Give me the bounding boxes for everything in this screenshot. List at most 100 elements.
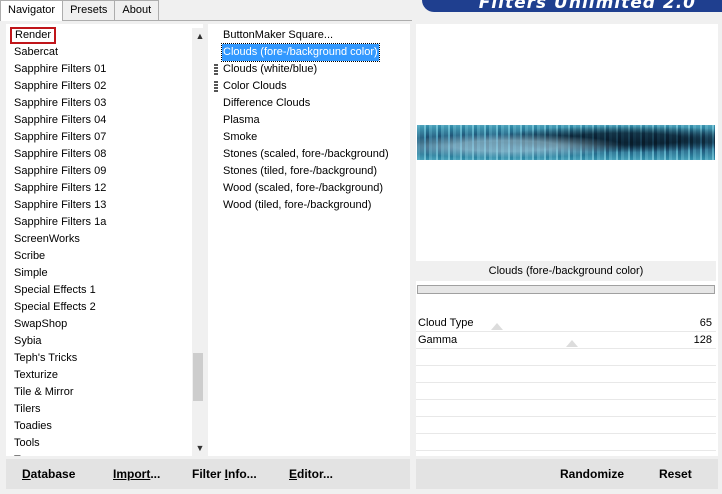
category-item[interactable]: Sapphire Filters 03	[6, 95, 186, 112]
category-item[interactable]: Tilers	[6, 401, 186, 418]
category-item[interactable]: ScreenWorks	[6, 231, 186, 248]
category-item-label: Sapphire Filters 13	[14, 199, 107, 211]
filter-item-label: Color Clouds	[223, 80, 287, 92]
parameter-row[interactable]: Gamma 128	[416, 332, 716, 349]
parameter-slider[interactable]	[491, 334, 641, 347]
category-item-label: Texturize	[14, 369, 59, 381]
filter-item-label: Clouds (fore-/background color)	[221, 43, 380, 62]
category-item[interactable]: Sapphire Filters 07	[6, 129, 186, 146]
grip-icon	[214, 81, 218, 92]
category-item-label: SwapShop	[14, 318, 68, 330]
category-item-label: Special Effects 2	[14, 301, 96, 313]
filter-item[interactable]: Clouds (fore-/background color)	[208, 43, 410, 62]
bottom-toolbar-left: Database Import... Filter Info... Editor…	[6, 459, 410, 489]
category-item-label: Sapphire Filters 01	[14, 63, 107, 75]
filter-item[interactable]: Stones (tiled, fore-/background)	[208, 163, 410, 180]
category-item[interactable]: Sapphire Filters 02	[6, 78, 186, 95]
category-item-label: Teph's Tricks	[14, 352, 78, 364]
category-item-label: Render	[10, 27, 57, 44]
tab-presets[interactable]: Presets	[62, 0, 116, 20]
category-item[interactable]: Tile & Mirror	[6, 384, 186, 401]
filter-item-label: Difference Clouds	[223, 97, 311, 109]
category-item-label: Special Effects 1	[14, 284, 96, 296]
category-item[interactable]: Sapphire Filters 08	[6, 146, 186, 163]
filter-item-label: Wood (scaled, fore-/background)	[223, 182, 383, 194]
category-item[interactable]: Render	[6, 27, 186, 44]
parameter-row-empty	[416, 383, 716, 400]
category-item-label: Sybia	[14, 335, 42, 347]
parameter-value: 128	[693, 334, 712, 346]
category-item[interactable]: Sapphire Filters 1a	[6, 214, 186, 231]
database-button[interactable]: Database	[22, 466, 75, 483]
category-item-label: Tilers	[14, 403, 41, 415]
category-item[interactable]: Sabercat	[6, 44, 186, 61]
filter-item-label: Stones (tiled, fore-/background)	[223, 165, 378, 177]
category-item[interactable]: Sapphire Filters 01	[6, 61, 186, 78]
category-item[interactable]: Sapphire Filters 04	[6, 112, 186, 129]
category-item-label: Sapphire Filters 02	[14, 80, 107, 92]
filter-item[interactable]: Wood (tiled, fore-/background)	[208, 197, 410, 214]
filter-preview-image	[417, 125, 715, 160]
parameter-row-empty	[416, 400, 716, 417]
filter-item[interactable]: Stones (scaled, fore-/background)	[208, 146, 410, 163]
filter-item[interactable]: Color Clouds	[208, 78, 410, 95]
category-item[interactable]: Transparency	[6, 452, 186, 456]
filter-item[interactable]: Clouds (white/blue)	[208, 61, 410, 78]
category-item-label: Sapphire Filters 08	[14, 148, 107, 160]
category-item-label: Transparency	[14, 454, 81, 456]
category-item[interactable]: Special Effects 1	[6, 282, 186, 299]
category-item[interactable]: Teph's Tricks	[6, 350, 186, 367]
slider-thumb-icon[interactable]	[491, 323, 503, 330]
current-filter-label: Clouds (fore-/background color)	[416, 261, 716, 281]
filter-item-label: Clouds (white/blue)	[223, 63, 318, 75]
category-item-label: Sapphire Filters 12	[14, 182, 107, 194]
filter-item-label: Plasma	[223, 114, 260, 126]
category-item[interactable]: Sapphire Filters 13	[6, 197, 186, 214]
parameter-row-empty	[416, 417, 716, 434]
category-list-panel: Render Sabercat Sapphire Filters 01 Sapphir…	[6, 24, 203, 456]
filter-item-label: Stones (scaled, fore-/background)	[223, 148, 389, 160]
editor-button[interactable]: Editor...	[289, 466, 333, 483]
tab-navigator[interactable]: Navigator	[0, 0, 64, 21]
scroll-down-icon[interactable]: ▼	[192, 440, 203, 456]
filter-item[interactable]: Difference Clouds	[208, 95, 410, 112]
category-item[interactable]: Sapphire Filters 12	[6, 180, 186, 197]
filter-progress-bar	[417, 285, 715, 294]
category-item[interactable]: Sybia	[6, 333, 186, 350]
filter-item[interactable]: Plasma	[208, 112, 410, 129]
category-item-label: Scribe	[14, 250, 46, 262]
category-scrollbar[interactable]: ▲ ▼	[192, 28, 203, 456]
category-item[interactable]: Sapphire Filters 09	[6, 163, 186, 180]
reset-button[interactable]: Reset	[659, 466, 692, 483]
category-item[interactable]: Special Effects 2	[6, 299, 186, 316]
category-item[interactable]: Simple	[6, 265, 186, 282]
category-item-label: Simple	[14, 267, 48, 279]
category-item-label: Tile & Mirror	[14, 386, 74, 398]
filter-item[interactable]: ButtonMaker Square...	[208, 27, 410, 44]
scroll-up-icon[interactable]: ▲	[192, 28, 203, 44]
parameter-name: Cloud Type	[418, 317, 474, 329]
scrollbar-thumb[interactable]	[193, 353, 203, 401]
parameter-row[interactable]: Cloud Type 65	[416, 315, 716, 332]
slider-thumb-icon[interactable]	[566, 340, 578, 347]
category-item-label: Tools	[14, 437, 40, 449]
filter-item[interactable]: Wood (scaled, fore-/background)	[208, 180, 410, 197]
randomize-button[interactable]: Randomize	[560, 466, 624, 483]
tab-about[interactable]: About	[114, 0, 160, 20]
filter-list-panel: ButtonMaker Square... Clouds (fore-/backg…	[208, 24, 410, 456]
grip-icon	[214, 64, 218, 75]
category-item[interactable]: Scribe	[6, 248, 186, 265]
filter-item[interactable]: Smoke	[208, 129, 410, 146]
category-item-label: Sapphire Filters 07	[14, 131, 107, 143]
import-button[interactable]: Import...	[113, 466, 160, 483]
category-item[interactable]: Toadies	[6, 418, 186, 435]
parameter-name: Gamma	[418, 334, 458, 346]
category-item[interactable]: SwapShop	[6, 316, 186, 333]
filter-info-button[interactable]: Filter Info...	[192, 466, 257, 483]
parameter-slider[interactable]	[491, 317, 641, 330]
filter-item-label: Smoke	[223, 131, 258, 143]
tab-bar: Navigator Presets About	[0, 0, 160, 21]
category-item-label: Sapphire Filters 1a	[14, 216, 107, 228]
category-item[interactable]: Texturize	[6, 367, 186, 384]
category-item[interactable]: Tools	[6, 435, 186, 452]
